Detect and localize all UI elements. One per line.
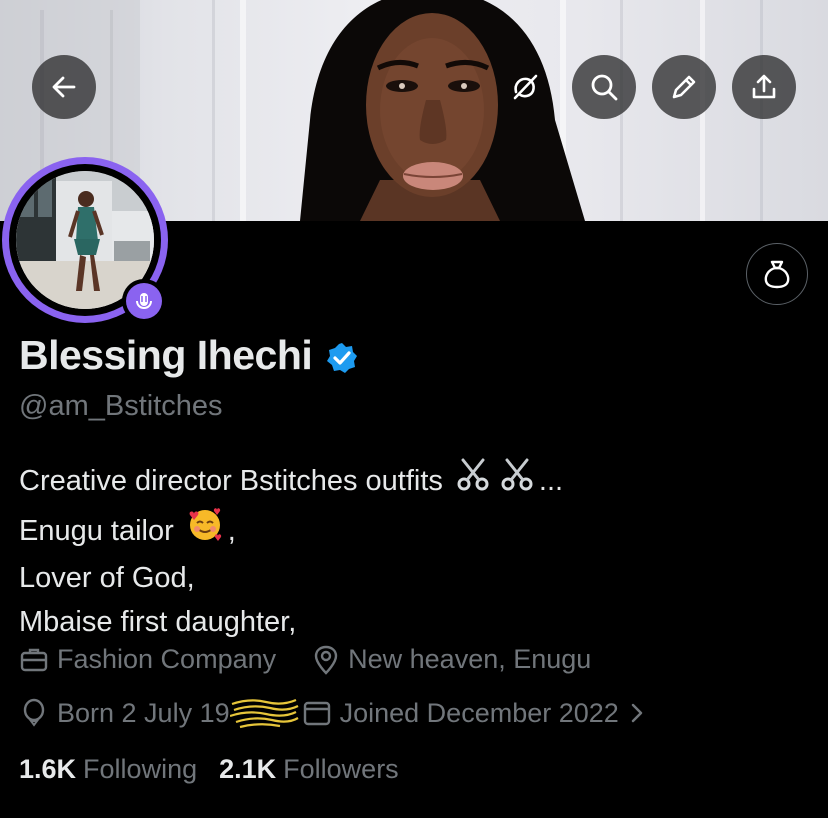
user-handle: @am_Bstitches [19, 390, 223, 422]
edit-button[interactable] [652, 55, 716, 119]
followers-count: 2.1K [219, 754, 277, 784]
microphone-icon [136, 293, 152, 310]
profile-birthday: Born 2 July 19 [57, 697, 230, 728]
bio-ellipsis: ... [538, 464, 564, 497]
back-button[interactable] [32, 55, 96, 119]
bio-line-1: Creative director Bstitches outfits [19, 464, 443, 497]
tip-button[interactable] [746, 243, 808, 305]
name-row: Blessing Ihechi [19, 332, 358, 379]
profile-location: New heaven, Enugu [348, 644, 592, 674]
bio-line-4: Mbaise first daughter, [19, 606, 297, 638]
smiling-face-with-hearts-icon [186, 505, 224, 556]
search-button[interactable] [572, 55, 636, 119]
grok-icon [513, 74, 538, 100]
chevron-right-icon[interactable] [629, 701, 645, 725]
pencil-icon [672, 75, 696, 99]
following-link[interactable]: 1.6K Following [19, 754, 197, 785]
bio-line-3: Lover of God, [19, 562, 195, 594]
briefcase-icon [19, 645, 49, 675]
followers-label: Followers [283, 754, 399, 784]
calendar-icon [302, 698, 332, 728]
arrow-left-icon [52, 76, 76, 98]
following-count: 1.6K [19, 754, 77, 784]
spaces-badge[interactable] [122, 279, 166, 323]
scissors-icon [455, 456, 491, 505]
profile-category[interactable]: Fashion Company [57, 644, 276, 675]
redaction-scribble [229, 696, 300, 730]
follow-stats: 1.6K Following 2.1K Followers [19, 754, 399, 785]
bio: Creative director Bstitches outfits ... … [19, 456, 563, 644]
profile-joined: Joined December 2022 [339, 697, 619, 728]
bio-line-2: Enugu tailor [19, 514, 174, 547]
profile-meta-row-1: Fashion Company New heaven, Enugu [19, 644, 591, 675]
share-button[interactable] [732, 55, 796, 119]
search-icon [591, 74, 618, 101]
bio-comma: , [227, 514, 236, 547]
grok-button[interactable] [493, 55, 557, 119]
following-label: Following [83, 754, 198, 784]
scissors-icon [499, 456, 535, 505]
share-icon [752, 74, 776, 99]
status-bar [0, 0, 828, 12]
location-pin-icon [312, 645, 340, 675]
money-bag-icon [764, 260, 790, 289]
display-name: Blessing Ihechi [19, 332, 313, 378]
balloon-icon [19, 698, 49, 728]
followers-link[interactable]: 2.1K Followers [219, 754, 399, 785]
verified-badge-icon[interactable] [326, 342, 358, 374]
profile-meta-row-2: Born 2 July 19 Joined December 2022 [19, 696, 653, 730]
